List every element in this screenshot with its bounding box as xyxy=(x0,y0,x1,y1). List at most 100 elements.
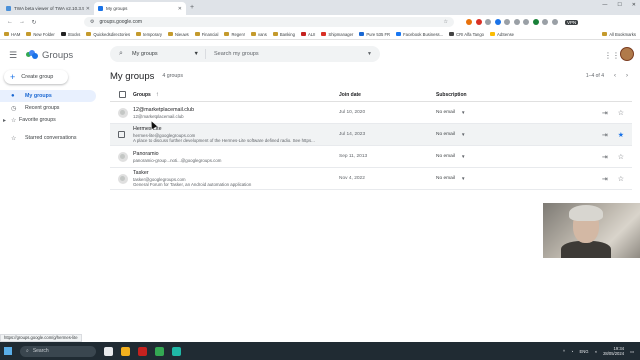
next-page-icon[interactable]: › xyxy=(626,73,628,79)
search-bar[interactable]: ⌕ My groups ▼ Search my groups ▼ xyxy=(110,46,380,62)
forward-icon[interactable]: → xyxy=(16,19,28,25)
tab-close-icon[interactable]: ✕ xyxy=(178,6,182,12)
leave-group-icon[interactable]: ⇥ xyxy=(602,109,608,117)
join-date: Jul 10, 2020 xyxy=(339,110,366,115)
site-info-icon[interactable]: ⚙ xyxy=(90,19,94,25)
star-icon[interactable]: ☆ xyxy=(618,153,624,161)
hamburger-menu-icon[interactable]: ☰ xyxy=(0,50,26,61)
windows-start-icon[interactable] xyxy=(4,347,12,355)
app-icon[interactable] xyxy=(155,346,164,356)
tray-chevron-icon[interactable]: ^ xyxy=(563,349,565,354)
tab-close-icon[interactable]: ✕ xyxy=(86,6,90,12)
bookmark-item[interactable]: temporary xyxy=(136,32,162,37)
group-name[interactable]: Tasker xyxy=(133,170,339,176)
group-name[interactable]: 12@marketplacemail.club xyxy=(133,107,339,113)
leave-group-icon[interactable]: ⇥ xyxy=(602,175,608,183)
extension-icon[interactable] xyxy=(513,19,520,25)
star-icon[interactable]: ☆ xyxy=(618,109,624,117)
sidebar-item-favorite-groups[interactable]: ▸ ☆ Favorite groups xyxy=(0,114,96,126)
table-row[interactable]: Panoramio panoramio-group...noti...@goog… xyxy=(110,146,632,168)
prev-page-icon[interactable]: ‹ xyxy=(614,73,616,79)
reload-icon[interactable]: ↻ xyxy=(28,19,40,26)
back-icon[interactable]: ← xyxy=(4,19,16,25)
group-name[interactable]: Hermes Lite xyxy=(133,126,339,132)
close-window-icon[interactable]: ✕ xyxy=(632,2,636,8)
row-actions: ⇥ ★ xyxy=(602,131,624,139)
wifi-icon[interactable]: ◔ xyxy=(571,349,574,354)
plus-icon: + xyxy=(10,71,16,82)
apps-grid-icon[interactable]: ⋮⋮ xyxy=(604,51,620,60)
all-bookmarks[interactable]: All Bookmarks xyxy=(602,32,636,37)
star-icon[interactable]: ☆ xyxy=(618,175,624,183)
clock[interactable]: 19:34 28/05/2024 xyxy=(603,346,624,356)
leave-group-icon[interactable]: ⇥ xyxy=(602,153,608,161)
extension-icon[interactable] xyxy=(551,19,558,25)
notifications-icon[interactable]: ▭ xyxy=(630,349,634,354)
extension-icon[interactable] xyxy=(532,19,539,25)
bookmark-item[interactable]: vans xyxy=(250,32,267,37)
groups-logo[interactable]: Groups xyxy=(26,50,73,61)
bookmark-item[interactable]: ALII xyxy=(300,32,315,37)
extension-icon[interactable] xyxy=(466,19,472,25)
row-checkbox[interactable] xyxy=(118,131,125,138)
extension-icon[interactable] xyxy=(475,19,482,25)
leave-group-icon[interactable]: ⇥ xyxy=(602,131,608,139)
group-avatar-icon xyxy=(117,173,128,184)
bookmark-item[interactable]: HAM xyxy=(4,32,20,37)
search-options-icon[interactable]: ▼ xyxy=(367,51,380,57)
bookmark-item[interactable]: Regen! xyxy=(224,32,245,37)
address-bar[interactable]: ⚙ groups.google.com ☆ xyxy=(84,17,454,27)
extension-icon[interactable] xyxy=(504,19,510,25)
app-icon[interactable] xyxy=(138,346,147,356)
new-tab-icon[interactable]: + xyxy=(190,2,194,15)
bookmark-item[interactable]: New Folder xyxy=(26,32,55,37)
bookmark-item[interactable]: Facebook Business... xyxy=(396,32,443,37)
expand-arrow-icon[interactable]: ▸ xyxy=(3,117,11,124)
join-date: Nov 4, 2022 xyxy=(339,176,365,181)
column-groups[interactable]: Groups ↑ xyxy=(133,92,339,98)
app-icon[interactable] xyxy=(172,346,181,356)
table-row[interactable]: 12@marketplacemail.club 12@marketplacema… xyxy=(110,102,632,124)
sort-arrow-up-icon[interactable]: ↑ xyxy=(156,92,159,98)
column-subscription[interactable]: Subscription xyxy=(436,92,632,98)
browser-tab-1[interactable]: TWA beta viewer of TWA v2.10.3.5 ✕ xyxy=(2,2,94,15)
sidebar-item-recent-groups[interactable]: ◷ Recent groups xyxy=(0,102,96,114)
group-count: 4 groups xyxy=(162,73,183,79)
file-explorer-icon[interactable] xyxy=(121,346,130,356)
bookmark-star-icon[interactable]: ☆ xyxy=(444,19,448,25)
minimize-icon[interactable]: — xyxy=(602,2,607,8)
language-indicator[interactable]: ENG xyxy=(579,349,588,354)
search-scope-select[interactable]: My groups ▼ xyxy=(132,49,206,59)
star-filled-icon[interactable]: ★ xyxy=(618,131,624,139)
sidebar-item-starred-conversations[interactable]: ☆ Starred conversations xyxy=(0,132,96,144)
table-row[interactable]: Hermes Lite hermes-lite@googlegroups.com… xyxy=(110,124,632,146)
bookmark-item[interactable]: CRI Alfa Tango xyxy=(449,32,484,37)
table-row[interactable]: Tasker tasker@googlegroups.com General F… xyxy=(110,168,632,190)
select-all-checkbox[interactable] xyxy=(119,91,126,98)
create-group-button[interactable]: + Create group xyxy=(4,70,68,84)
bookmark-item[interactable]: AdSense xyxy=(490,32,514,37)
browser-tab-2[interactable]: My groups ✕ xyxy=(94,2,186,15)
bookmark-item[interactable]: Pure 535 FR xyxy=(359,32,390,37)
bookmark-item[interactable]: Nieuws xyxy=(167,32,189,37)
avatar[interactable] xyxy=(620,47,634,61)
vpn-badge[interactable]: VPN xyxy=(565,19,579,25)
bookmark-item[interactable]: Financial xyxy=(194,32,218,37)
task-view-icon[interactable] xyxy=(104,346,113,356)
extension-icon[interactable] xyxy=(494,19,501,25)
search-input[interactable]: Search my groups xyxy=(206,51,367,57)
extension-icon[interactable] xyxy=(485,19,491,25)
bookmark-item[interactable]: Banking xyxy=(272,32,295,37)
bookmark-item[interactable]: Stocks xyxy=(60,32,80,37)
volume-icon[interactable]: ◖ xyxy=(595,349,598,354)
sidebar-item-my-groups[interactable]: ● My groups xyxy=(0,90,96,102)
column-join-date[interactable]: Join date xyxy=(339,92,436,98)
group-name[interactable]: Panoramio xyxy=(133,151,339,157)
maximize-icon[interactable]: ☐ xyxy=(617,2,621,8)
search-icon[interactable]: ⌕ xyxy=(110,50,132,58)
extension-icon[interactable] xyxy=(542,19,548,25)
taskbar-search[interactable]: ⌕ Search xyxy=(20,345,96,357)
extension-icon[interactable] xyxy=(523,19,529,25)
bookmark-item[interactable]: Shipmanager xyxy=(321,32,353,37)
bookmark-item[interactable]: Quickedsdirectories xyxy=(86,32,130,37)
